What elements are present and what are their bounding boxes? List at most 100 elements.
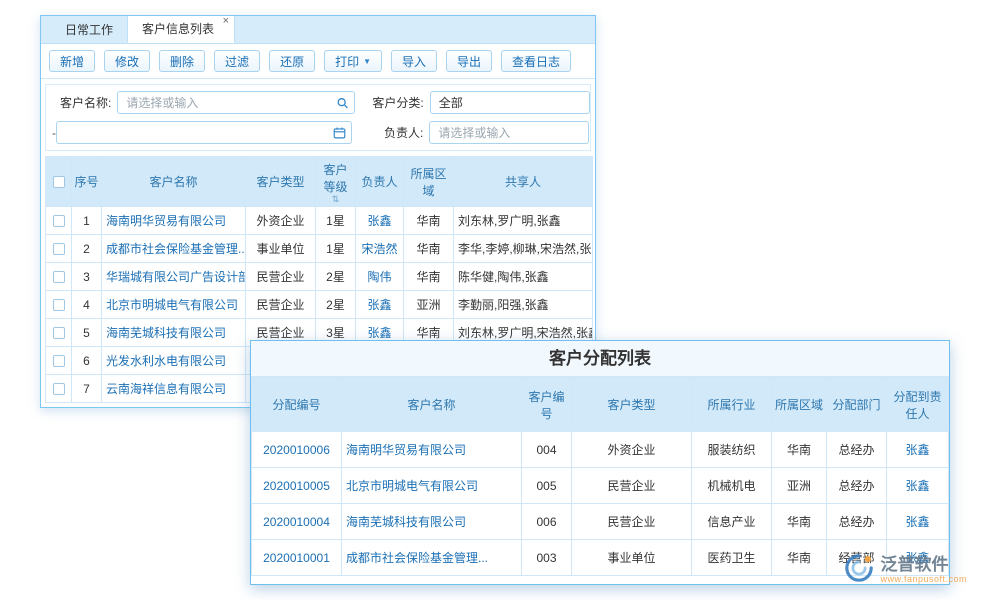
cell-assignee[interactable]: 张鑫 xyxy=(887,504,949,540)
cell-customer-type: 外资企业 xyxy=(246,207,316,235)
cell-customer-type: 民营企业 xyxy=(572,504,692,540)
cell-customer-no: 004 xyxy=(522,432,572,468)
cell-customer-name[interactable]: 海南芜城科技有限公司 xyxy=(102,319,246,347)
calendar-icon[interactable] xyxy=(333,126,346,139)
col-header-owner: 负责人 xyxy=(356,157,404,207)
cell-customer-type: 事业单位 xyxy=(246,235,316,263)
cell-industry: 机械机电 xyxy=(692,468,772,504)
import-button[interactable]: 导入 xyxy=(391,50,437,72)
cell-region: 华南 xyxy=(404,207,454,235)
table-row[interactable]: 2020010005 北京市明城电气有限公司 005 民营企业 机械机电 亚洲 … xyxy=(252,468,949,504)
cell-customer-name[interactable]: 北京市明城电气有限公司 xyxy=(342,468,522,504)
row-checkbox[interactable] xyxy=(53,355,65,367)
search-icon[interactable] xyxy=(336,96,349,109)
modify-button[interactable]: 修改 xyxy=(104,50,150,72)
cell-alloc-no[interactable]: 2020010004 xyxy=(252,504,342,540)
cell-owner[interactable]: 张鑫 xyxy=(356,207,404,235)
cell-customer-level: 1星 xyxy=(316,207,356,235)
cell-customer-name[interactable]: 云南海祥信息有限公司 xyxy=(102,375,246,403)
cell-customer-name[interactable]: 海南明华贸易有限公司 xyxy=(102,207,246,235)
col-header-industry: 所属行业 xyxy=(692,378,772,432)
cell-assignee[interactable]: 张鑫 xyxy=(887,432,949,468)
cell-alloc-no[interactable]: 2020010006 xyxy=(252,432,342,468)
print-button-label: 打印 xyxy=(335,53,359,70)
cell-shared: 刘东林,罗广明,张鑫 xyxy=(454,207,593,235)
row-checkbox[interactable] xyxy=(53,383,65,395)
table-row[interactable]: 3 华瑞城有限公司广告设计部 民营企业 2星 陶伟 华南 陈华健,陶伟,张鑫 xyxy=(46,263,593,291)
table-row[interactable]: 1 海南明华贸易有限公司 外资企业 1星 张鑫 华南 刘东林,罗广明,张鑫 xyxy=(46,207,593,235)
cell-customer-name[interactable]: 海南芜城科技有限公司 xyxy=(342,504,522,540)
row-checkbox[interactable] xyxy=(53,271,65,283)
table-row[interactable]: 2 成都市社会保险基金管理... 事业单位 1星 宋浩然 华南 李华,李婷,柳琳… xyxy=(46,235,593,263)
col-header-customer-type: 客户类型 xyxy=(572,378,692,432)
cell-customer-level: 2星 xyxy=(316,263,356,291)
cell-customer-name[interactable]: 华瑞城有限公司广告设计部 xyxy=(102,263,246,291)
cell-region: 亚洲 xyxy=(404,291,454,319)
cell-customer-type: 民营企业 xyxy=(572,468,692,504)
sort-icon[interactable]: ⇅ xyxy=(318,195,353,203)
table-row[interactable]: 2020010006 海南明华贸易有限公司 004 外资企业 服装纺织 华南 总… xyxy=(252,432,949,468)
cell-owner[interactable]: 张鑫 xyxy=(356,291,404,319)
row-checkbox[interactable] xyxy=(53,243,65,255)
cell-region: 华南 xyxy=(772,504,827,540)
select-all-checkbox[interactable] xyxy=(53,176,65,188)
row-checkbox[interactable] xyxy=(53,215,65,227)
cell-customer-type: 民营企业 xyxy=(246,263,316,291)
filter-button[interactable]: 过滤 xyxy=(214,50,260,72)
cell-customer-name[interactable]: 成都市社会保险基金管理... xyxy=(102,235,246,263)
cell-customer-no: 006 xyxy=(522,504,572,540)
cell-customer-name[interactable]: 北京市明城电气有限公司 xyxy=(102,291,246,319)
cell-region: 华南 xyxy=(404,235,454,263)
cell-customer-name[interactable]: 光发水利水电有限公司 xyxy=(102,347,246,375)
vendor-text: 泛普软件 www.fanpusoft.com xyxy=(880,556,967,585)
table-row[interactable]: 4 北京市明城电气有限公司 民营企业 2星 张鑫 亚洲 李勤丽,阳强,张鑫 xyxy=(46,291,593,319)
tab-customer-info-list[interactable]: 客户信息列表 × xyxy=(127,15,235,43)
customer-category-label: 客户分类: xyxy=(372,94,423,111)
col-header-customer-type: 客户类型 xyxy=(246,157,316,207)
close-tab-icon[interactable]: × xyxy=(223,15,229,27)
col-header-assignee: 分配到责任人 xyxy=(887,378,949,432)
cell-no: 4 xyxy=(72,291,102,319)
table-row[interactable]: 2020010004 海南芜城科技有限公司 006 民营企业 信息产业 华南 总… xyxy=(252,504,949,540)
row-checkbox[interactable] xyxy=(53,327,65,339)
allocation-table: 分配编号 客户名称 客户编号 客户类型 所属行业 所属区域 分配部门 分配到责任… xyxy=(251,377,949,576)
cell-alloc-dept: 总经办 xyxy=(827,504,887,540)
vendor-name: 泛普软件 xyxy=(880,556,967,575)
cell-owner[interactable]: 陶伟 xyxy=(356,263,404,291)
view-log-button[interactable]: 查看日志 xyxy=(501,50,571,72)
col-header-region: 所属区域 xyxy=(772,378,827,432)
dialog-title: 客户分配列表 xyxy=(251,341,949,377)
cell-region: 华南 xyxy=(772,540,827,576)
cell-customer-type: 民营企业 xyxy=(246,291,316,319)
cell-assignee[interactable]: 张鑫 xyxy=(887,468,949,504)
print-button[interactable]: 打印 ▼ xyxy=(324,50,382,72)
delete-button[interactable]: 删除 xyxy=(159,50,205,72)
export-button[interactable]: 导出 xyxy=(446,50,492,72)
fanpu-logo-icon xyxy=(844,553,874,588)
customer-level-label: 客户等级 xyxy=(323,163,347,194)
vendor-watermark: 泛普软件 www.fanpusoft.com xyxy=(844,553,967,588)
customer-category-input[interactable] xyxy=(430,91,590,114)
cell-customer-name[interactable]: 成都市社会保险基金管理... xyxy=(342,540,522,576)
tab-daily-work[interactable]: 日常工作 xyxy=(51,15,127,43)
add-button[interactable]: 新增 xyxy=(49,50,95,72)
cell-customer-name[interactable]: 海南明华贸易有限公司 xyxy=(342,432,522,468)
cell-owner[interactable]: 宋浩然 xyxy=(356,235,404,263)
cell-customer-type: 事业单位 xyxy=(572,540,692,576)
filter-row-1: 客户名称: 客户分类: xyxy=(52,91,584,114)
customer-name-input[interactable] xyxy=(117,91,355,114)
tab-bar: 日常工作 客户信息列表 × xyxy=(41,16,595,44)
cell-alloc-no[interactable]: 2020010005 xyxy=(252,468,342,504)
cell-alloc-no[interactable]: 2020010001 xyxy=(252,540,342,576)
toolbar: 新增 修改 删除 过滤 还原 打印 ▼ 导入 导出 查看日志 xyxy=(41,44,595,79)
cell-customer-no: 003 xyxy=(522,540,572,576)
restore-button[interactable]: 还原 xyxy=(269,50,315,72)
owner-input[interactable] xyxy=(429,121,589,144)
date-input[interactable] xyxy=(56,121,352,144)
customer-allocation-dialog: 客户分配列表 分配编号 客户名称 客户编号 客户类型 所属行业 所属区域 分配部… xyxy=(250,340,950,585)
desktop: 日常工作 客户信息列表 × 新增 修改 删除 过滤 还原 打印 ▼ 导入 导出 … xyxy=(0,0,1000,600)
row-checkbox[interactable] xyxy=(53,299,65,311)
cell-region: 华南 xyxy=(772,432,827,468)
owner-label: 负责人: xyxy=(384,124,423,141)
chevron-down-icon: ▼ xyxy=(363,57,371,66)
